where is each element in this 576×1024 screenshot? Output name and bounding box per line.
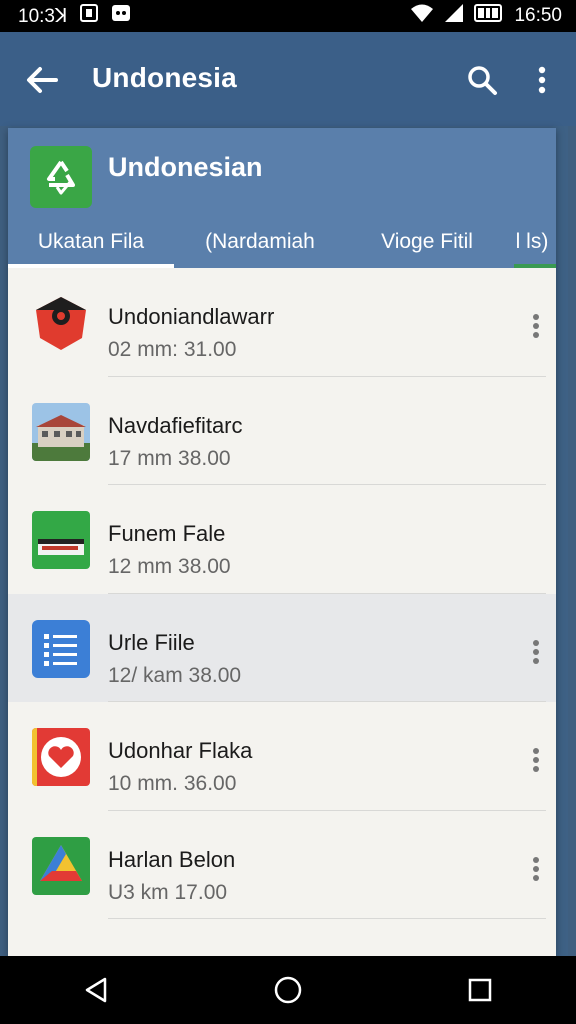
- more-vert-icon[interactable]: [526, 740, 546, 780]
- list-item[interactable]: Harlan Belon U3 km 17.00: [8, 811, 556, 919]
- list-item-title: Harlan Belon: [108, 846, 236, 872]
- tab-vioge-fitil[interactable]: Vioge Fitil: [346, 220, 508, 264]
- building-photo-icon: [32, 402, 90, 461]
- tab-nardamiah[interactable]: (Nardamiah: [174, 220, 346, 264]
- system-nav-bar: [0, 956, 576, 1024]
- status-time-left: 10:3ꓘ: [18, 5, 68, 27]
- recents-square-icon[interactable]: [450, 960, 510, 1020]
- background-strip-right: [568, 126, 576, 956]
- list-item[interactable]: Funem Fale 12 mm 38.00: [8, 485, 556, 594]
- back-arrow-icon[interactable]: [22, 60, 62, 100]
- app-title: Undonesia: [92, 62, 237, 93]
- notification-icon: [111, 3, 131, 29]
- list-item-subtitle: 10 mm. 36.00: [108, 772, 237, 795]
- list-item[interactable]: Udonhar Flaka 10 mm. 36.00: [8, 702, 556, 811]
- blue-list-icon: [32, 619, 90, 678]
- status-bar: 10:3ꓘ 16:50: [0, 0, 576, 32]
- folder-sheet: Undonesian Ukatan Fila (Nardamiah Vioge …: [8, 128, 556, 956]
- list-item-title: Funem Fale: [108, 521, 226, 546]
- more-vert-icon[interactable]: [526, 632, 546, 672]
- signal-icon: [444, 3, 464, 29]
- background-strip-left: [0, 126, 8, 956]
- list-item[interactable]: Undoniandlawarr 02 mm: 31.00: [8, 268, 556, 377]
- status-time-right: 16:50: [514, 5, 562, 26]
- tab-ls[interactable]: l ls): [508, 220, 556, 264]
- sheet-header: Undonesian Ukatan Fila (Nardamiah Vioge …: [8, 128, 556, 268]
- list-item-subtitle: 12 mm 38.00: [108, 555, 231, 578]
- list-item-title: Undoniandlawarr: [108, 304, 275, 329]
- list-item-subtitle: U3 km 17.00: [108, 880, 228, 904]
- red-shield-icon: [32, 294, 90, 352]
- green-media-icon: [32, 511, 90, 569]
- more-vert-icon[interactable]: [526, 306, 546, 346]
- red-heart-icon: [32, 728, 90, 786]
- status-left: 10:3ꓘ: [18, 3, 131, 29]
- home-circle-icon[interactable]: [258, 960, 318, 1020]
- status-right: 16:50: [410, 3, 562, 29]
- more-vert-icon[interactable]: [526, 849, 546, 889]
- list-item-title: Urle Fiile: [108, 629, 195, 655]
- list-item-subtitle: 02 mm: 31.00: [108, 338, 237, 361]
- list-item-subtitle: 12/ kam 38.00: [108, 663, 242, 687]
- file-list: Undoniandlawarr 02 mm: 31.00 Navdafiefit…: [8, 268, 556, 919]
- tab-ukatan-fila[interactable]: Ukatan Fila: [8, 220, 174, 264]
- back-triangle-icon[interactable]: [66, 960, 126, 1020]
- list-item-title: Navdafiefitarc: [108, 412, 243, 438]
- sheet-title: Undonesian: [108, 152, 263, 182]
- list-item[interactable]: Urle Fiile 12/ kam 38.00: [8, 593, 556, 702]
- tab-bar: Ukatan Fila (Nardamiah Vioge Fitil l ls): [8, 220, 556, 268]
- more-vert-icon[interactable]: [524, 60, 560, 100]
- colorful-drive-icon: [32, 836, 90, 895]
- app-bar: Undonesia: [0, 32, 576, 126]
- list-item-title: Udonhar Flaka: [108, 738, 253, 763]
- recycle-folder-icon: [30, 146, 92, 208]
- screenshot-icon: [79, 3, 99, 29]
- list-item[interactable]: Navdafiefitarc 17 mm 38.00: [8, 377, 556, 485]
- list-item-subtitle: 17 mm 38.00: [108, 446, 231, 470]
- battery-icon: [474, 3, 504, 29]
- wifi-icon: [410, 3, 434, 29]
- search-icon[interactable]: [462, 60, 502, 100]
- divider: [108, 918, 546, 919]
